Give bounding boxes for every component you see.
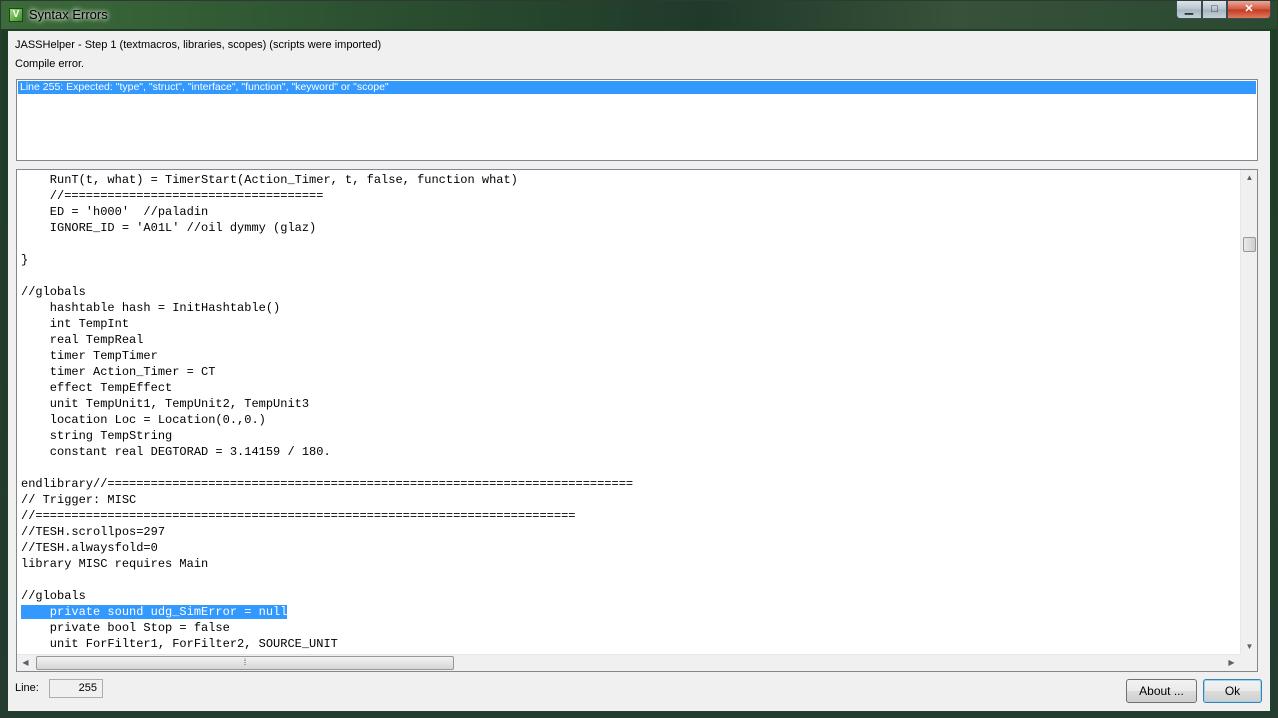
dialog-body: JASSHelper - Step 1 (textmacros, librari… [8,31,1270,711]
line-number-field[interactable]: 255 [49,679,103,698]
minimize-button[interactable]: ▁ [1176,1,1202,19]
code-line[interactable]: //TESH.alwaysfold=0 [21,540,1235,556]
code-line[interactable]: //==================================== [21,188,1235,204]
code-line[interactable]: ED = 'h000' //paladin [21,204,1235,220]
code-line[interactable]: //======================================… [21,508,1235,524]
code-line[interactable] [21,236,1235,252]
scroll-down-arrow-icon[interactable]: ▼ [1241,642,1257,651]
code-line[interactable]: unit TempUnit1, TempUnit2, TempUnit3 [21,396,1235,412]
highlighted-error-line[interactable]: private sound udg_SimError = null [21,605,288,619]
code-line[interactable] [21,460,1235,476]
code-line[interactable]: real TempReal [21,332,1235,348]
code-line[interactable]: //globals [21,284,1235,300]
code-line[interactable]: } [21,252,1235,268]
line-label: Line: [15,682,39,694]
app-icon: V [9,8,23,22]
code-line[interactable]: endlibrary//============================… [21,476,1235,492]
code-line[interactable]: IGNORE_ID = 'A01L' //oil dymmy (glaz) [21,220,1235,236]
status-text: Compile error. [15,58,85,70]
error-list[interactable]: Line 255: Expected: "type", "struct", "i… [16,79,1258,161]
close-button[interactable]: ✕ [1227,1,1271,19]
step-info-text: JASSHelper - Step 1 (textmacros, librari… [15,39,382,51]
code-line[interactable] [21,268,1235,284]
vertical-scroll-thumb[interactable] [1243,237,1256,252]
code-line[interactable]: timer Action_Timer = CT [21,364,1235,380]
title-bar[interactable]: V Syntax Errors ▁ □ ✕ [1,1,1277,29]
code-line[interactable]: RunT(t, what) = TimerStart(Action_Timer,… [21,172,1235,188]
code-viewer[interactable]: RunT(t, what) = TimerStart(Action_Timer,… [16,169,1258,672]
code-line[interactable]: effect TempEffect [21,380,1235,396]
code-line[interactable]: location Loc = Location(0.,0.) [21,412,1235,428]
scroll-left-arrow-icon[interactable]: ◀ [17,658,34,667]
scroll-right-arrow-icon[interactable]: ▶ [1223,658,1240,667]
scrollbar-corner [1240,654,1257,671]
horizontal-scroll-thumb[interactable]: ⁞ [36,656,454,670]
window-controls: ▁ □ ✕ [1176,1,1271,20]
code-line[interactable] [21,572,1235,588]
ok-button[interactable]: Ok [1203,679,1262,703]
code-line[interactable]: int TempInt [21,316,1235,332]
maximize-button[interactable]: □ [1202,1,1227,19]
code-text[interactable]: RunT(t, what) = TimerStart(Action_Timer,… [21,172,1235,652]
window-title: Syntax Errors [29,7,108,22]
about-button[interactable]: About ... [1126,679,1197,703]
code-line[interactable]: private sound udg_SimError = null [21,604,1235,620]
vertical-scrollbar[interactable]: ▲ ▼ [1240,170,1257,654]
syntax-errors-window: V Syntax Errors ▁ □ ✕ JASSHelper - Step … [0,0,1278,718]
horizontal-scrollbar[interactable]: ◀ ⁞ ▶ [17,654,1240,671]
code-line[interactable]: timer TempTimer [21,348,1235,364]
code-line[interactable]: unit ForFilter1, ForFilter2, SOURCE_UNIT [21,636,1235,652]
code-line[interactable]: library MISC requires Main [21,556,1235,572]
code-line[interactable]: string TempString [21,428,1235,444]
scroll-up-arrow-icon[interactable]: ▲ [1241,173,1257,182]
code-line[interactable]: constant real DEGTORAD = 3.14159 / 180. [21,444,1235,460]
code-line[interactable]: //globals [21,588,1235,604]
code-line[interactable]: hashtable hash = InitHashtable() [21,300,1235,316]
code-line[interactable]: //TESH.scrollpos=297 [21,524,1235,540]
error-item[interactable]: Line 255: Expected: "type", "struct", "i… [18,81,1256,94]
code-line[interactable]: private bool Stop = false [21,620,1235,636]
code-line[interactable]: // Trigger: MISC [21,492,1235,508]
